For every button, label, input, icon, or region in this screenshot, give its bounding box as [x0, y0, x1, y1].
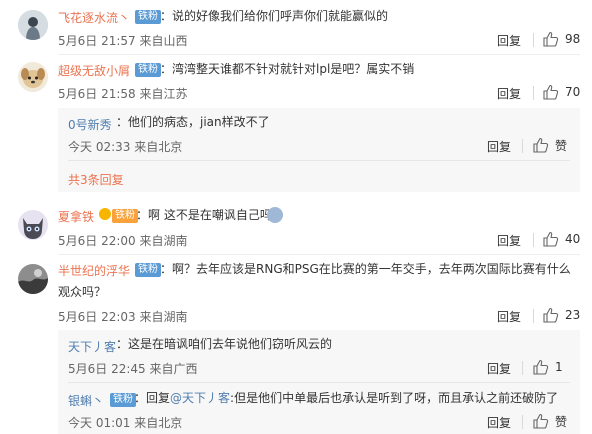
avatar[interactable]: [18, 62, 48, 92]
fan-badge[interactable]: 铁粉: [110, 393, 136, 407]
fan-badge[interactable]: 铁粉: [112, 209, 138, 223]
reply-timestamp: 5月6日 22:45 来自广西: [68, 362, 198, 376]
avatar[interactable]: [18, 210, 48, 240]
like-button[interactable]: 赞: [533, 137, 567, 153]
reply-button[interactable]: 回复: [497, 308, 521, 325]
thumbs-up-icon: [543, 31, 559, 47]
reply-button[interactable]: 回复: [487, 360, 511, 377]
fan-badge[interactable]: 铁粉: [135, 263, 161, 277]
comment-text: ：啊？去年应该是RNG和PSG在比赛的第一年交手，去年两次国际比赛有什么: [160, 262, 571, 276]
verified-icon: [99, 208, 111, 220]
thumbs-up-icon: [543, 231, 559, 247]
like-button[interactable]: 赞: [533, 413, 567, 429]
comment-timestamp: 5月6日 22:00 来自湖南: [58, 234, 188, 248]
fan-badge[interactable]: 铁粉: [135, 63, 161, 77]
like-count: 40: [565, 232, 581, 246]
like-button[interactable]: 98: [543, 31, 580, 47]
like-count: 1: [555, 360, 563, 374]
separator: [58, 254, 580, 255]
divider: [533, 309, 534, 323]
commenter-name[interactable]: 飞花逐水流丶: [58, 9, 130, 26]
reply-prefix: ：回复: [134, 391, 171, 405]
reply-button[interactable]: 回复: [497, 232, 521, 249]
comment-text: ：湾湾整天谁都不针对就针对lpl是吧？属实不销: [160, 62, 415, 76]
divider: [522, 361, 523, 375]
mention-link[interactable]: @天下丿客: [170, 391, 230, 405]
thumbs-up-icon: [543, 307, 559, 323]
like-button[interactable]: 23: [543, 307, 580, 323]
view-more-replies-link[interactable]: 共3条回复: [68, 171, 124, 188]
reply-button[interactable]: 回复: [487, 138, 511, 155]
reply-button[interactable]: 回复: [497, 85, 521, 102]
reply-timestamp: 今天 02:33 来自北京: [68, 140, 183, 154]
reply-author-name[interactable]: 0号新秀: [68, 116, 112, 133]
avatar[interactable]: [18, 264, 48, 294]
reply-timestamp: 今天 01:01 来自北京: [68, 416, 183, 430]
like-button[interactable]: 40: [543, 231, 580, 247]
reply-text: ：回复@天下丿客:但是他们中单最后也承认是听到了呀，而且承认之前还破防了: [134, 387, 558, 410]
divider: [533, 33, 534, 47]
reply-text: ：他们的病态，jian样改不了: [116, 115, 270, 129]
like-count: 23: [565, 308, 581, 322]
thumbs-up-icon: [533, 413, 549, 429]
reply-text: ：这是在暗讽咱们去年说他们窃听风云的: [116, 337, 333, 351]
like-button[interactable]: 1: [533, 359, 563, 375]
comment-timestamp: 5月6日 21:57 来自山西: [58, 34, 188, 48]
like-label: 赞: [555, 138, 568, 153]
commenter-name[interactable]: 半世纪的浮华: [58, 262, 130, 279]
thumbs-up-icon: [543, 84, 559, 100]
comment-timestamp: 5月6日 22:03 来自湖南: [58, 310, 188, 324]
separator: [68, 382, 570, 383]
fan-badge[interactable]: 铁粉: [135, 10, 161, 24]
comment-text: ：说的好像我们给你们呼声你们就能赢似的: [160, 9, 389, 23]
emoji-icon: [267, 207, 283, 223]
reply-body: :但是他们中单最后也承认是听到了呀，而且承认之前还破防了: [230, 391, 559, 405]
separator: [68, 160, 570, 161]
reply-author-name[interactable]: 天下丿客: [68, 338, 116, 355]
like-count: 98: [565, 32, 581, 46]
commenter-name[interactable]: 夏拿铁: [58, 208, 94, 225]
like-count: 70: [565, 85, 581, 99]
thumbs-up-icon: [533, 359, 549, 375]
separator: [58, 54, 580, 55]
divider: [533, 86, 534, 100]
comment-text-continued: 观众吗？: [58, 285, 107, 299]
comment-text: ：啊 这不是在嘲讽自己吗: [136, 208, 272, 222]
divider: [533, 233, 534, 247]
reply-button[interactable]: 回复: [487, 414, 511, 431]
comment-timestamp: 5月6日 21:58 来自江苏: [58, 87, 188, 101]
avatar[interactable]: [18, 10, 48, 40]
reply-button[interactable]: 回复: [497, 32, 521, 49]
commenter-name[interactable]: 超级无敌小屑: [58, 62, 130, 79]
thumbs-up-icon: [533, 137, 549, 153]
reply-author-name[interactable]: 银蝌丶: [68, 392, 104, 409]
divider: [522, 415, 523, 429]
divider: [522, 139, 523, 153]
like-button[interactable]: 70: [543, 84, 580, 100]
like-label: 赞: [555, 414, 568, 429]
